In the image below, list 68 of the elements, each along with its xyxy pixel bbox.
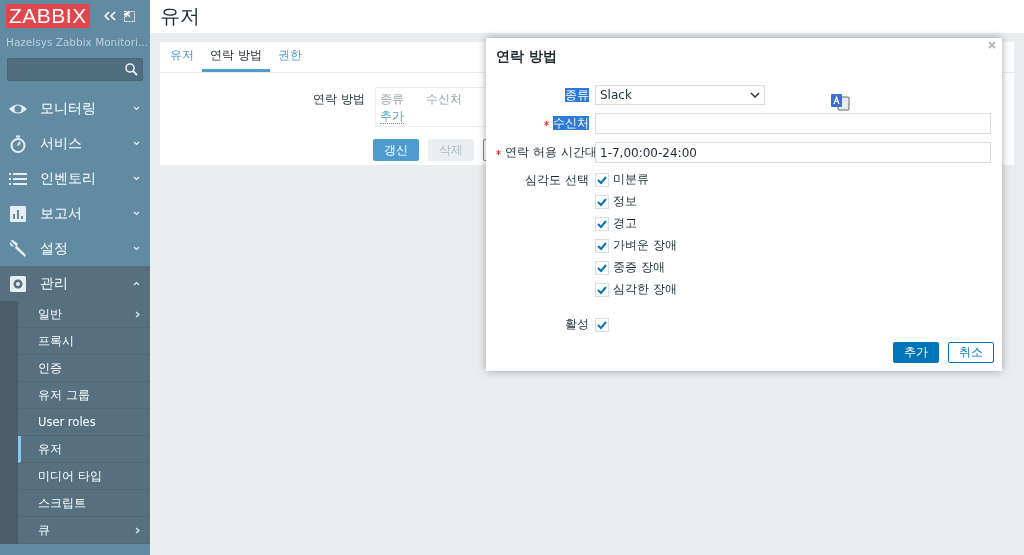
expand-icon[interactable] <box>123 10 135 22</box>
chevron-icon <box>750 92 760 98</box>
add-link[interactable]: 추가 <box>380 109 404 124</box>
search-field[interactable] <box>7 58 143 81</box>
chevron-icon <box>133 281 140 286</box>
checkbox[interactable] <box>595 194 609 209</box>
chevron-icon <box>133 106 140 111</box>
checkbox-label: 중증 장애 <box>613 259 665 276</box>
wrench-icon <box>8 238 28 259</box>
submenu-item[interactable]: 유저 <box>18 436 150 463</box>
checkbox[interactable] <box>595 282 609 297</box>
checkbox-label: 경고 <box>613 215 637 232</box>
checkbox[interactable] <box>595 216 609 231</box>
field-label: 연락 방법 <box>312 91 366 108</box>
checkbox[interactable] <box>595 317 609 332</box>
chevron-right-icon <box>135 310 140 318</box>
checkbox-label: 가벼운 장애 <box>613 237 677 254</box>
field-label: 수신처 <box>553 116 589 130</box>
submenu-item[interactable]: 프록시 <box>18 328 150 355</box>
menu-item[interactable]: 모니터링 <box>0 91 150 126</box>
submenu-item[interactable]: User roles <box>18 409 150 436</box>
submenu-item[interactable]: 유저 그룹 <box>18 382 150 409</box>
menu-item[interactable]: 서비스 <box>0 126 150 161</box>
type-select[interactable]: Slack <box>595 85 765 105</box>
search-icon[interactable] <box>125 63 138 76</box>
menu-item[interactable]: 보고서 <box>0 196 150 231</box>
chevron-icon <box>133 246 140 251</box>
menu-item[interactable]: 관리 <box>0 266 150 301</box>
translate-icon <box>830 93 850 113</box>
dialog-button[interactable]: 추가 <box>893 342 939 363</box>
checkbox[interactable] <box>595 172 609 187</box>
checkbox-label: 정보 <box>613 193 637 210</box>
submenu-item[interactable]: 인증 <box>18 355 150 382</box>
checkbox-label: 심각한 장애 <box>613 281 677 298</box>
field-label: 활성 <box>564 316 589 333</box>
field-label: 종류 <box>565 87 589 102</box>
dialog-title: 연락 방법 <box>496 48 558 66</box>
column-header: 수신처 <box>426 91 462 108</box>
chevron-icon <box>133 211 140 216</box>
tab[interactable]: 유저 <box>162 42 202 72</box>
bar-chart-icon <box>8 203 28 224</box>
time-period-field[interactable]: 1-7,00:00-24:00 <box>595 142 991 163</box>
page-title: 유저 <box>160 3 200 30</box>
dialog-button[interactable]: 취소 <box>948 342 994 363</box>
menu-item[interactable]: 설정 <box>0 231 150 266</box>
chevron-icon <box>133 176 140 181</box>
field-label: 연락 허용 시간대 <box>505 145 597 159</box>
field-label: 심각도 선택 <box>524 172 589 189</box>
server-name: Hazelsys Zabbix Monitori... <box>5 35 149 50</box>
chevron-icon <box>133 141 140 146</box>
submenu-item[interactable]: 미디어 타입 <box>18 463 150 490</box>
column-header: 종류 <box>380 91 404 108</box>
form-button[interactable]: 갱신 <box>373 139 419 161</box>
checkbox-label: 미분류 <box>613 171 649 188</box>
checkbox[interactable] <box>595 238 609 253</box>
gear-icon <box>8 273 28 294</box>
checkbox[interactable] <box>595 260 609 275</box>
submenu-item[interactable]: 일반 <box>18 301 150 328</box>
logo[interactable]: ZABBIX <box>6 4 90 28</box>
tab[interactable]: 연락 방법 <box>202 42 270 72</box>
submenu-item[interactable]: 스크립트 <box>18 490 150 517</box>
menu-item[interactable]: 인벤토리 <box>0 161 150 196</box>
chevron-right-icon <box>135 526 140 534</box>
collapse-icon[interactable] <box>103 11 116 21</box>
submenu-item[interactable]: 큐 <box>18 517 150 544</box>
send-to-field[interactable] <box>595 113 991 134</box>
tab[interactable]: 권한 <box>269 42 310 72</box>
stopwatch-icon <box>8 133 28 154</box>
